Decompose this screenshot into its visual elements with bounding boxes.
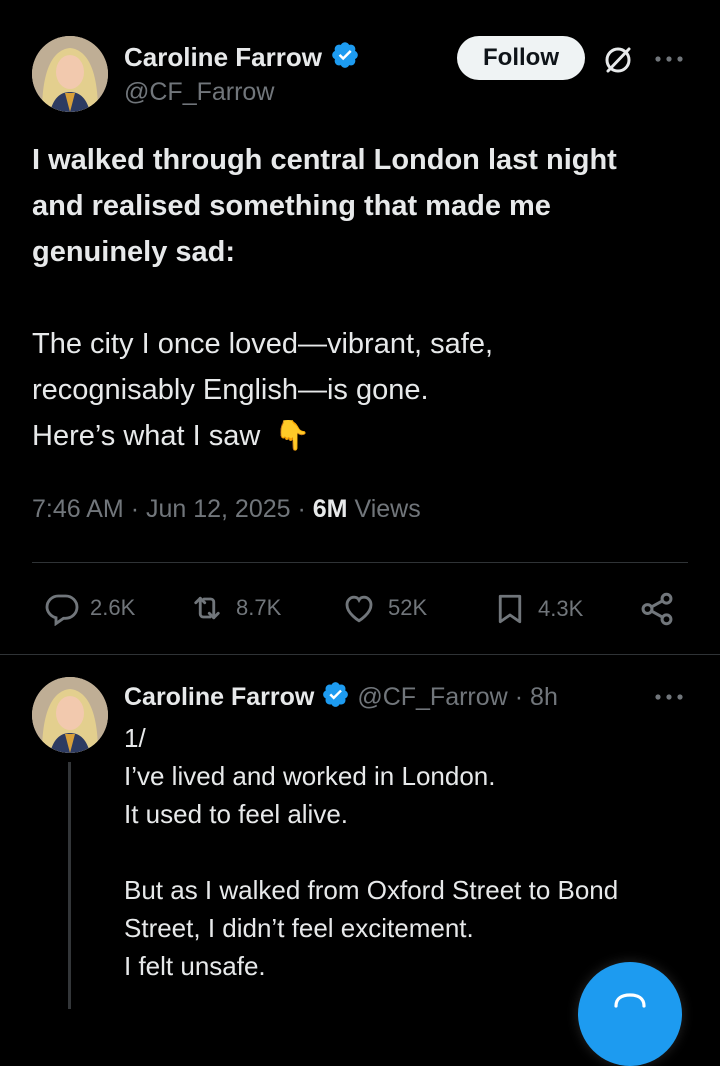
tweet-text-line: and realised something that made me xyxy=(32,190,551,222)
bookmark-button[interactable]: 4.3K xyxy=(492,590,583,628)
reply-icon xyxy=(44,590,80,626)
reply-author-avatar[interactable] xyxy=(32,677,108,753)
meta-separator: · xyxy=(130,495,140,523)
tweet-text-line: recognisably English—is gone. xyxy=(32,374,429,406)
verified-badge-icon xyxy=(321,680,350,714)
reply-text-line: It used to feel alive. xyxy=(124,799,349,829)
more-icon[interactable] xyxy=(654,52,684,70)
reply-count: 2.6K xyxy=(90,595,136,620)
divider xyxy=(0,654,720,655)
bookmark-icon xyxy=(492,590,528,628)
tweet-text-line: I walked through central London last nig… xyxy=(32,144,617,176)
reply-text-line xyxy=(124,833,704,871)
reply-text: 1/ I’ve lived and worked in London. It u… xyxy=(124,719,704,985)
tweet-text: I walked through central London last nig… xyxy=(32,137,692,459)
like-icon xyxy=(340,590,378,626)
author-avatar[interactable] xyxy=(32,36,108,112)
grok-icon[interactable] xyxy=(602,44,634,81)
author-name[interactable]: Caroline Farrow xyxy=(124,42,322,73)
thread-line xyxy=(68,762,71,1009)
author-handle[interactable]: @CF_Farrow xyxy=(124,78,274,107)
reply-age[interactable]: 8h xyxy=(530,683,558,712)
reply-text-line: 1/ xyxy=(124,723,146,753)
more-icon[interactable] xyxy=(654,690,684,708)
like-count: 52K xyxy=(388,595,428,620)
tweet-text-span: Here’s what I saw xyxy=(32,420,261,452)
compose-fab[interactable] xyxy=(578,962,682,1066)
tweet-meta: 7:46 AM · Jun 12, 2025 · 6M Views xyxy=(32,495,421,524)
like-button[interactable]: 52K xyxy=(340,590,427,626)
tweet-text-line: The city I once loved—vibrant, safe, xyxy=(32,328,493,360)
reply-text-line: I’ve lived and worked in London. xyxy=(124,761,496,791)
views-count: 6M xyxy=(312,495,348,523)
reply-text-line: Street, I didn’t feel excitement. xyxy=(124,913,474,943)
repost-count: 8.7K xyxy=(236,595,282,620)
tweet-text-line: genuinely sad: xyxy=(32,236,236,268)
reply-author-name[interactable]: Caroline Farrow xyxy=(124,683,314,712)
divider xyxy=(32,562,688,563)
tweet-text-line: Here’s what I saw 👇 xyxy=(32,413,692,459)
repost-icon xyxy=(188,590,226,626)
share-icon[interactable] xyxy=(638,590,676,633)
meta-separator: · xyxy=(297,495,306,523)
follow-button[interactable]: Follow xyxy=(457,36,585,80)
repost-button[interactable]: 8.7K xyxy=(188,590,281,626)
reply-author-handle[interactable]: @CF_Farrow xyxy=(357,683,507,712)
meta-separator: · xyxy=(514,682,524,711)
bookmark-count: 4.3K xyxy=(538,596,584,621)
pointing-down-emoji: 👇 xyxy=(274,420,311,452)
verified-badge-icon xyxy=(330,40,360,75)
compose-fab-icon xyxy=(610,992,650,1027)
tweet-date[interactable]: Jun 12, 2025 xyxy=(146,495,291,523)
reply-button[interactable]: 2.6K xyxy=(44,590,135,626)
views-label: Views xyxy=(354,495,421,523)
tweet-time[interactable]: 7:46 AM xyxy=(32,495,124,523)
reply-text-line: But as I walked from Oxford Street to Bo… xyxy=(124,875,619,905)
